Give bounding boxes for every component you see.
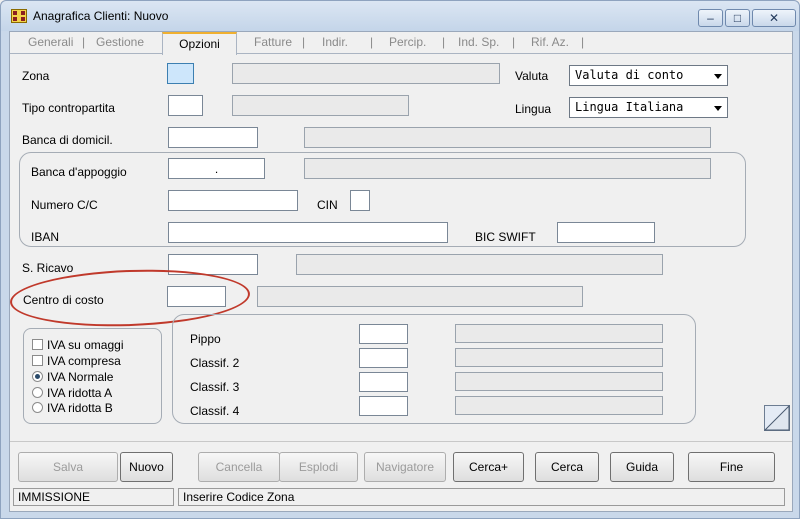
iva-compresa-label: IVA compresa	[47, 354, 121, 368]
form-client-area: Generali | Gestione Opzioni Fatture | In…	[9, 31, 793, 512]
bic-swift-label: BIC SWIFT	[475, 230, 536, 244]
centro-costo-description	[257, 286, 583, 307]
checkbox-icon	[32, 355, 43, 366]
pippo-description	[455, 324, 663, 343]
iban-input[interactable]	[168, 222, 448, 243]
maximize-button[interactable]: □	[725, 9, 750, 27]
lingua-select[interactable]: Lingua Italiana	[569, 97, 728, 118]
tab-generali[interactable]: Generali	[28, 35, 73, 49]
iva-normale-label: IVA Normale	[47, 370, 114, 384]
tipo-contropartita-label: Tipo contropartita	[22, 101, 115, 115]
radio-icon	[32, 387, 43, 398]
resize-corner-icon[interactable]	[764, 405, 790, 431]
tipo-contropartita-description	[232, 95, 409, 116]
tab-separator: |	[302, 35, 306, 49]
maximize-icon: □	[733, 11, 742, 25]
tab-gestione[interactable]: Gestione	[96, 35, 144, 49]
numero-cc-input[interactable]	[168, 190, 298, 211]
classif2-description	[455, 348, 663, 367]
tab-opzioni[interactable]: Opzioni	[162, 32, 237, 55]
lingua-value: Lingua Italiana	[575, 100, 684, 114]
tab-fatture[interactable]: Fatture	[254, 35, 292, 49]
radio-selected-icon	[32, 371, 43, 382]
tab-separator: |	[581, 35, 585, 49]
cin-label: CIN	[317, 198, 338, 212]
tab-ind-sp[interactable]: Ind. Sp.	[458, 35, 499, 49]
lingua-label: Lingua	[515, 102, 552, 116]
minimize-button[interactable]: –	[698, 9, 723, 27]
valuta-value: Valuta di conto	[575, 68, 684, 82]
navigatore-button[interactable]: Navigatore	[364, 452, 446, 482]
pippo-label: Pippo	[190, 332, 221, 346]
tipo-contropartita-input[interactable]	[168, 95, 203, 116]
zona-input[interactable]	[167, 63, 194, 84]
cin-input[interactable]	[350, 190, 370, 211]
banca-domicil-input[interactable]	[168, 127, 258, 148]
status-message: Inserire Codice Zona	[178, 488, 785, 506]
banca-appoggio-input[interactable]: .	[168, 158, 265, 179]
numero-cc-label: Numero C/C	[31, 198, 98, 212]
status-mode: IMMISSIONE	[13, 488, 174, 506]
iva-ridotta-b-label: IVA ridotta B	[47, 401, 113, 415]
radio-icon	[32, 402, 43, 413]
cerca-button[interactable]: Cerca	[535, 452, 599, 482]
close-button[interactable]: ✕	[752, 9, 796, 27]
tab-separator: |	[442, 35, 446, 49]
app-icon	[11, 9, 27, 23]
checkbox-icon	[32, 339, 43, 350]
window-title: Anagrafica Clienti: Nuovo	[33, 9, 169, 23]
banca-appoggio-value: .	[214, 162, 219, 176]
classif3-label: Classif. 3	[190, 380, 240, 394]
classif2-label: Classif. 2	[190, 356, 240, 370]
cancella-button[interactable]: Cancella	[198, 452, 280, 482]
chevron-down-icon[interactable]	[709, 98, 727, 117]
classif4-input[interactable]	[359, 396, 408, 416]
tab-separator: |	[512, 35, 516, 49]
bic-swift-input[interactable]	[557, 222, 655, 243]
banca-appoggio-description	[304, 158, 711, 179]
app-window: Anagrafica Clienti: Nuovo – □ ✕ Generali…	[0, 0, 800, 519]
cerca-plus-button[interactable]: Cerca+	[453, 452, 524, 482]
tab-separator: |	[82, 35, 86, 49]
valuta-label: Valuta	[515, 69, 549, 83]
classif4-description	[455, 396, 663, 415]
tab-rif-az[interactable]: Rif. Az.	[531, 35, 569, 49]
iban-label: IBAN	[31, 230, 60, 244]
classif3-input[interactable]	[359, 372, 408, 392]
tab-separator: |	[370, 35, 374, 49]
chevron-down-icon[interactable]	[709, 66, 727, 85]
minimize-icon: –	[707, 11, 714, 25]
valuta-select[interactable]: Valuta di conto	[569, 65, 728, 86]
guida-button[interactable]: Guida	[610, 452, 674, 482]
classif4-label: Classif. 4	[190, 404, 240, 418]
banca-domicil-description	[304, 127, 711, 148]
zona-label: Zona	[22, 69, 50, 83]
banca-domicil-label: Banca di domicil.	[22, 133, 113, 147]
salva-button[interactable]: Salva	[18, 452, 118, 482]
classif3-description	[455, 372, 663, 391]
tab-percip[interactable]: Percip.	[389, 35, 426, 49]
iva-ridotta-a-label: IVA ridotta A	[47, 386, 113, 400]
tab-indir[interactable]: Indir.	[322, 35, 348, 49]
close-icon: ✕	[768, 11, 780, 25]
esplodi-button[interactable]: Esplodi	[279, 452, 358, 482]
nuovo-button[interactable]: Nuovo	[120, 452, 173, 482]
title-bar: Anagrafica Clienti: Nuovo – □ ✕	[1, 1, 799, 31]
iva-su-omaggi-label: IVA su omaggi	[47, 338, 124, 352]
classif2-input[interactable]	[359, 348, 408, 368]
s-ricavo-description	[296, 254, 663, 275]
fine-button[interactable]: Fine	[688, 452, 775, 482]
tab-bar: Generali | Gestione Opzioni Fatture | In…	[10, 32, 792, 55]
pippo-input[interactable]	[359, 324, 408, 344]
banca-appoggio-label: Banca d'appoggio	[31, 165, 127, 179]
zona-description	[232, 63, 500, 84]
s-ricavo-label: S. Ricavo	[22, 261, 74, 275]
